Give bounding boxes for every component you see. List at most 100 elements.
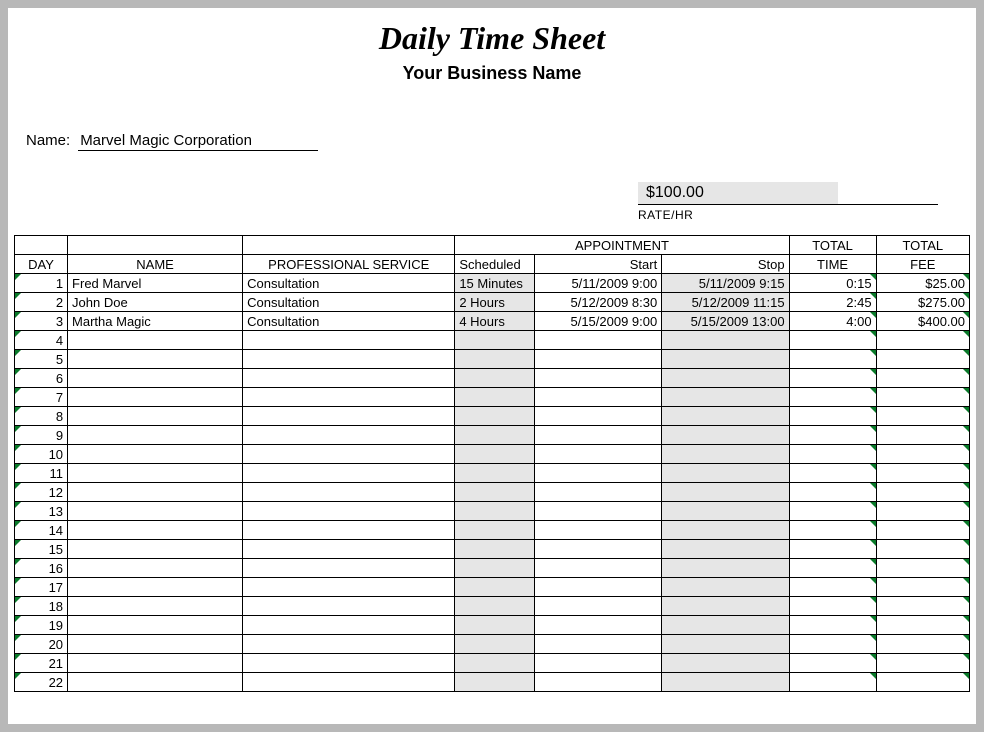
cell-start[interactable] bbox=[534, 578, 661, 597]
cell-service[interactable]: Consultation bbox=[243, 312, 455, 331]
cell-stop[interactable] bbox=[662, 388, 789, 407]
cell-start[interactable] bbox=[534, 331, 661, 350]
cell-name[interactable] bbox=[68, 521, 243, 540]
cell-name[interactable]: Martha Magic bbox=[68, 312, 243, 331]
cell-service[interactable]: Consultation bbox=[243, 293, 455, 312]
cell-service[interactable] bbox=[243, 597, 455, 616]
cell-scheduled[interactable] bbox=[455, 597, 535, 616]
cell-name[interactable] bbox=[68, 331, 243, 350]
cell-stop[interactable] bbox=[662, 521, 789, 540]
cell-service[interactable] bbox=[243, 635, 455, 654]
cell-name[interactable] bbox=[68, 616, 243, 635]
cell-scheduled[interactable] bbox=[455, 483, 535, 502]
cell-service[interactable] bbox=[243, 331, 455, 350]
cell-service[interactable] bbox=[243, 616, 455, 635]
cell-scheduled[interactable] bbox=[455, 388, 535, 407]
cell-start[interactable] bbox=[534, 407, 661, 426]
cell-start[interactable] bbox=[534, 388, 661, 407]
cell-stop[interactable] bbox=[662, 559, 789, 578]
cell-service[interactable] bbox=[243, 483, 455, 502]
cell-stop[interactable] bbox=[662, 616, 789, 635]
cell-name[interactable] bbox=[68, 502, 243, 521]
cell-stop[interactable] bbox=[662, 654, 789, 673]
cell-name[interactable]: John Doe bbox=[68, 293, 243, 312]
cell-stop[interactable] bbox=[662, 464, 789, 483]
cell-scheduled[interactable] bbox=[455, 559, 535, 578]
cell-service[interactable] bbox=[243, 559, 455, 578]
name-field[interactable]: Marvel Magic Corporation bbox=[78, 132, 318, 151]
cell-service[interactable] bbox=[243, 407, 455, 426]
cell-name[interactable] bbox=[68, 369, 243, 388]
cell-start[interactable] bbox=[534, 445, 661, 464]
cell-scheduled[interactable] bbox=[455, 502, 535, 521]
cell-service[interactable]: Consultation bbox=[243, 274, 455, 293]
cell-name[interactable] bbox=[68, 578, 243, 597]
cell-stop[interactable] bbox=[662, 331, 789, 350]
cell-scheduled[interactable] bbox=[455, 616, 535, 635]
cell-start[interactable] bbox=[534, 654, 661, 673]
cell-scheduled[interactable] bbox=[455, 654, 535, 673]
cell-stop[interactable] bbox=[662, 597, 789, 616]
cell-scheduled[interactable] bbox=[455, 635, 535, 654]
cell-start[interactable] bbox=[534, 616, 661, 635]
cell-name[interactable] bbox=[68, 483, 243, 502]
cell-name[interactable] bbox=[68, 540, 243, 559]
cell-service[interactable] bbox=[243, 350, 455, 369]
cell-service[interactable] bbox=[243, 369, 455, 388]
cell-stop[interactable] bbox=[662, 350, 789, 369]
cell-stop[interactable] bbox=[662, 445, 789, 464]
cell-scheduled[interactable] bbox=[455, 521, 535, 540]
cell-start[interactable] bbox=[534, 635, 661, 654]
cell-scheduled[interactable] bbox=[455, 426, 535, 445]
cell-stop[interactable]: 5/12/2009 11:15 bbox=[662, 293, 789, 312]
cell-scheduled[interactable] bbox=[455, 350, 535, 369]
cell-service[interactable] bbox=[243, 654, 455, 673]
cell-start[interactable] bbox=[534, 502, 661, 521]
cell-start[interactable] bbox=[534, 597, 661, 616]
cell-name[interactable] bbox=[68, 445, 243, 464]
cell-name[interactable] bbox=[68, 559, 243, 578]
cell-start[interactable] bbox=[534, 426, 661, 445]
cell-name[interactable] bbox=[68, 464, 243, 483]
cell-name[interactable] bbox=[68, 388, 243, 407]
cell-stop[interactable] bbox=[662, 483, 789, 502]
cell-name[interactable] bbox=[68, 654, 243, 673]
cell-service[interactable] bbox=[243, 502, 455, 521]
cell-stop[interactable]: 5/15/2009 13:00 bbox=[662, 312, 789, 331]
cell-start[interactable] bbox=[534, 369, 661, 388]
cell-stop[interactable]: 5/11/2009 9:15 bbox=[662, 274, 789, 293]
cell-name[interactable] bbox=[68, 350, 243, 369]
cell-start[interactable]: 5/11/2009 9:00 bbox=[534, 274, 661, 293]
cell-service[interactable] bbox=[243, 388, 455, 407]
cell-start[interactable] bbox=[534, 540, 661, 559]
cell-scheduled[interactable] bbox=[455, 673, 535, 692]
cell-scheduled[interactable] bbox=[455, 445, 535, 464]
cell-start[interactable] bbox=[534, 521, 661, 540]
cell-start[interactable] bbox=[534, 483, 661, 502]
cell-service[interactable] bbox=[243, 578, 455, 597]
cell-name[interactable] bbox=[68, 407, 243, 426]
cell-name[interactable] bbox=[68, 597, 243, 616]
cell-scheduled[interactable] bbox=[455, 369, 535, 388]
cell-stop[interactable] bbox=[662, 369, 789, 388]
cell-service[interactable] bbox=[243, 426, 455, 445]
cell-scheduled[interactable] bbox=[455, 578, 535, 597]
cell-scheduled[interactable]: 15 Minutes bbox=[455, 274, 535, 293]
cell-name[interactable] bbox=[68, 426, 243, 445]
cell-stop[interactable] bbox=[662, 540, 789, 559]
cell-stop[interactable] bbox=[662, 407, 789, 426]
cell-start[interactable] bbox=[534, 350, 661, 369]
cell-stop[interactable] bbox=[662, 578, 789, 597]
cell-start[interactable] bbox=[534, 464, 661, 483]
cell-scheduled[interactable] bbox=[455, 331, 535, 350]
cell-stop[interactable] bbox=[662, 673, 789, 692]
cell-name[interactable]: Fred Marvel bbox=[68, 274, 243, 293]
cell-service[interactable] bbox=[243, 464, 455, 483]
cell-scheduled[interactable]: 4 Hours bbox=[455, 312, 535, 331]
cell-service[interactable] bbox=[243, 445, 455, 464]
cell-stop[interactable] bbox=[662, 502, 789, 521]
cell-service[interactable] bbox=[243, 673, 455, 692]
cell-scheduled[interactable]: 2 Hours bbox=[455, 293, 535, 312]
cell-start[interactable]: 5/15/2009 9:00 bbox=[534, 312, 661, 331]
cell-start[interactable]: 5/12/2009 8:30 bbox=[534, 293, 661, 312]
